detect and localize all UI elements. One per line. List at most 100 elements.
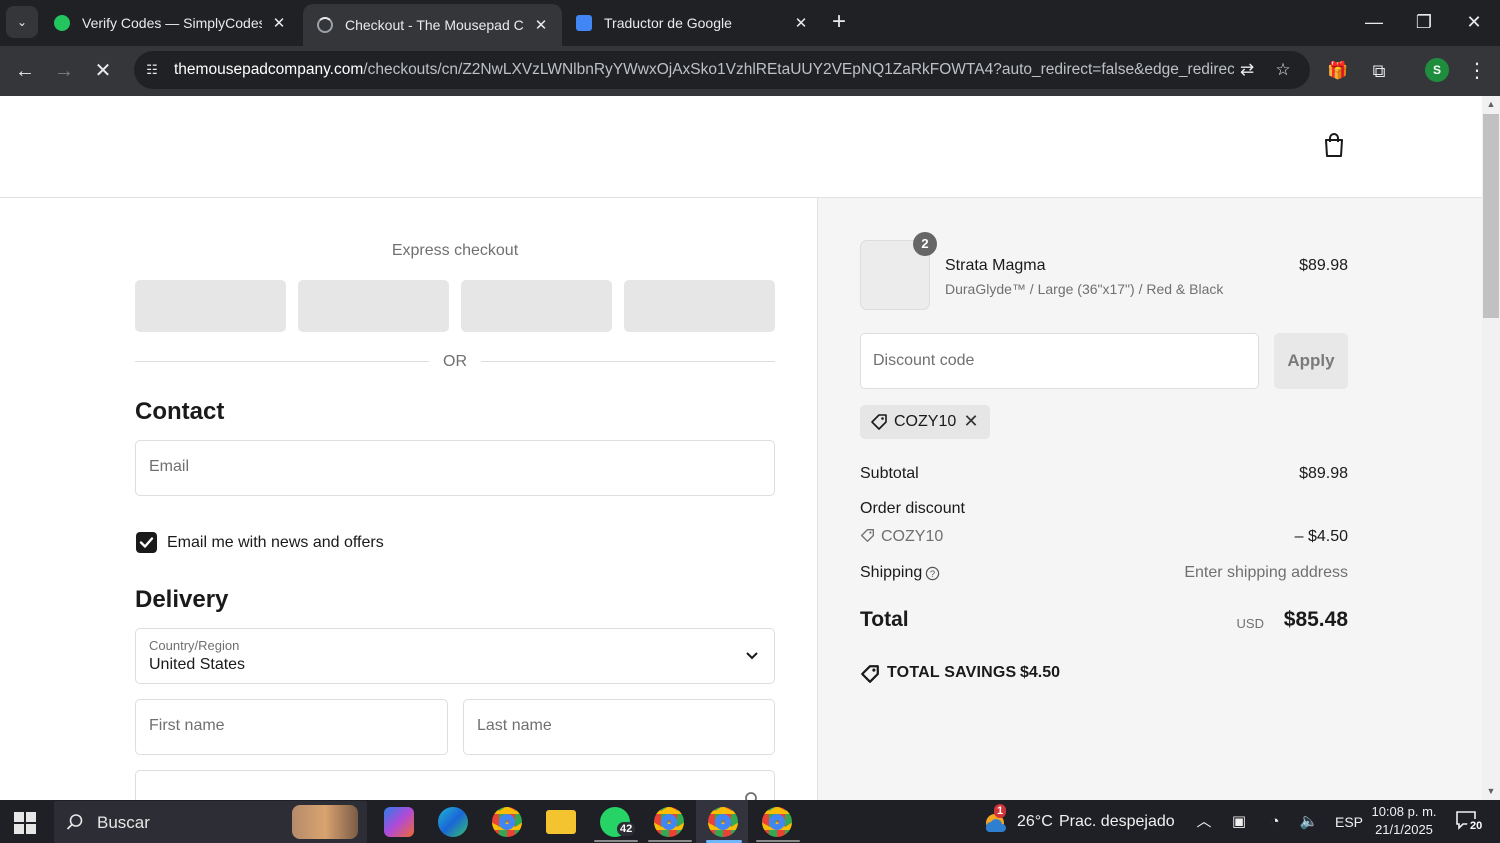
scrollbar-thumb[interactable] (1483, 114, 1499, 318)
country-value: United States (149, 656, 246, 673)
tab-title: Verify Codes — SimplyCodes (82, 15, 262, 31)
product-variant: DuraGlyde™ / Large (36"x17") / Red & Bla… (945, 281, 1224, 297)
divider (135, 361, 429, 362)
google-translate-icon (576, 15, 592, 31)
last-name-placeholder: Last name (477, 717, 552, 734)
site-info-icon[interactable]: ☷ (142, 60, 162, 80)
info-icon[interactable]: ? (925, 566, 940, 581)
chrome-profile-s-icon[interactable] (708, 807, 738, 837)
checkout-form-column: Express checkout OR Contact Email Email … (0, 198, 818, 800)
stop-loading-icon[interactable]: ✕ (90, 58, 116, 84)
forward-icon[interactable]: → (51, 58, 77, 84)
total-savings-value: $4.50 (1020, 664, 1061, 681)
notification-center-button[interactable]: 20 (1455, 810, 1489, 834)
product-price: $89.98 (1299, 257, 1348, 274)
chrome-profile-p-icon[interactable] (654, 807, 684, 837)
new-tab-button[interactable]: + (832, 9, 846, 35)
last-name-field[interactable]: Last name (463, 699, 775, 755)
search-highlight-image (292, 805, 358, 839)
first-name-placeholder: First name (149, 717, 225, 734)
whatsapp-badge: 42 (617, 822, 636, 836)
close-window-icon[interactable]: ✕ (1464, 12, 1484, 32)
taskbar-clock[interactable]: 10:08 p. m. 21/1/2025 (1365, 803, 1443, 839)
express-pay-button[interactable] (461, 280, 612, 332)
remove-code-icon[interactable]: ✕ (962, 411, 980, 432)
country-label: Country/Region (149, 638, 240, 653)
chrome-icon[interactable] (492, 807, 522, 837)
url-text[interactable]: themousepadcompany.com/checkouts/cn/Z2Nw… (174, 61, 1234, 79)
browser-toolbar: ← → ✕ ☷ themousepadcompany.com/checkouts… (0, 46, 1500, 96)
restore-icon[interactable]: ❐ (1414, 12, 1434, 32)
weather-description[interactable]: Prac. despejado (1059, 813, 1175, 831)
meet-now-icon[interactable]: ▣ (1229, 813, 1249, 831)
express-pay-button[interactable] (624, 280, 775, 332)
bookmark-star-icon[interactable]: ☆ (1272, 59, 1294, 81)
newsletter-checkbox[interactable] (136, 532, 157, 553)
delivery-heading: Delivery (135, 586, 229, 613)
windows-taskbar: Buscar 42 1 26°C Prac. despejado ︿ ▣ ◔ 🔈… (0, 800, 1500, 843)
search-text: Buscar (97, 813, 150, 832)
file-explorer-icon[interactable] (546, 810, 576, 834)
tab-google-translate[interactable]: Traductor de Google ✕ (562, 0, 822, 46)
svg-text:?: ? (930, 569, 935, 579)
profile-avatar[interactable]: S (1425, 58, 1449, 82)
discount-code-label: COZY10 (881, 528, 944, 545)
total-savings-label: TOTAL SAVINGS (887, 664, 1017, 681)
express-pay-button[interactable] (135, 280, 286, 332)
close-tab-icon[interactable]: ✕ (270, 14, 288, 32)
email-placeholder: Email (149, 458, 190, 475)
translate-icon[interactable]: ⇄ (1236, 59, 1258, 81)
savings-tag-icon (861, 665, 879, 683)
weather-temperature[interactable]: 26°C (1017, 813, 1053, 831)
express-pay-button[interactable] (298, 280, 449, 332)
show-hidden-icons-chevron-icon[interactable]: ︿ (1194, 813, 1214, 831)
minimize-icon[interactable]: — (1364, 12, 1384, 32)
extensions-puzzle-icon[interactable]: ⧉ (1366, 58, 1392, 84)
checkout-page: Express checkout OR Contact Email Email … (0, 96, 1482, 800)
browser-tabstrip: ⌄ Verify Codes — SimplyCodes ✕ Checkout … (0, 0, 1500, 46)
discount-code-input[interactable]: Discount code (860, 333, 1259, 389)
product-name: Strata Magma (945, 257, 1046, 274)
search-icon (66, 814, 83, 830)
or-divider-text: OR (443, 353, 467, 370)
shopping-bag-icon[interactable] (1322, 132, 1346, 158)
chrome-p-running-indicator (648, 840, 692, 842)
subtotal-value: $89.98 (1299, 465, 1348, 482)
email-field[interactable]: Email (135, 440, 775, 496)
tab-search-button[interactable]: ⌄ (6, 6, 38, 38)
tag-icon (861, 529, 874, 542)
menu-kebab-icon[interactable]: ⋮ (1464, 58, 1490, 84)
address-bar[interactable]: ☷ themousepadcompany.com/checkouts/cn/Z2… (134, 51, 1310, 89)
applied-code-chip: COZY10 ✕ (860, 405, 990, 439)
close-tab-icon[interactable]: ✕ (532, 16, 550, 34)
edge-icon[interactable] (438, 807, 468, 837)
extension-gift-icon[interactable]: 🎁 (1325, 58, 1351, 84)
weather-alert-badge: 1 (994, 804, 1007, 818)
country-select[interactable]: Country/Region United States (135, 628, 775, 684)
taskbar-search[interactable]: Buscar (54, 801, 367, 843)
chrome-profile-c-icon[interactable] (762, 807, 792, 837)
volume-icon[interactable]: 🔈 (1299, 813, 1319, 831)
close-tab-icon[interactable]: ✕ (792, 14, 810, 32)
windows-start-icon[interactable] (14, 812, 36, 834)
discount-value: – $4.50 (1294, 528, 1348, 545)
apply-discount-button[interactable]: Apply (1274, 333, 1348, 389)
discount-placeholder: Discount code (873, 352, 975, 369)
url-host: themousepadcompany.com (174, 61, 364, 78)
first-name-field[interactable]: First name (135, 699, 448, 755)
address-field[interactable] (135, 770, 775, 800)
tab-checkout[interactable]: Checkout - The Mousepad Company ✕ (303, 4, 562, 46)
back-icon[interactable]: ← (12, 58, 38, 84)
shipping-value: Enter shipping address (1184, 564, 1348, 581)
tab-simplycodes[interactable]: Verify Codes — SimplyCodes ✕ (40, 0, 300, 46)
total-value: $85.48 (1283, 608, 1348, 631)
subtotal-label: Subtotal (860, 465, 919, 482)
copilot-icon[interactable] (384, 807, 414, 837)
quantity-badge: 2 (913, 232, 937, 256)
newsletter-label[interactable]: Email me with news and offers (167, 534, 384, 552)
wifi-icon[interactable]: ◔ (1265, 813, 1285, 831)
order-summary: 2 Strata Magma DuraGlyde™ / Large (36"x1… (818, 198, 1482, 800)
scroll-down-icon[interactable]: ▼ (1482, 784, 1500, 798)
input-language[interactable]: ESP (1335, 814, 1363, 830)
scroll-up-icon[interactable]: ▲ (1482, 97, 1500, 111)
